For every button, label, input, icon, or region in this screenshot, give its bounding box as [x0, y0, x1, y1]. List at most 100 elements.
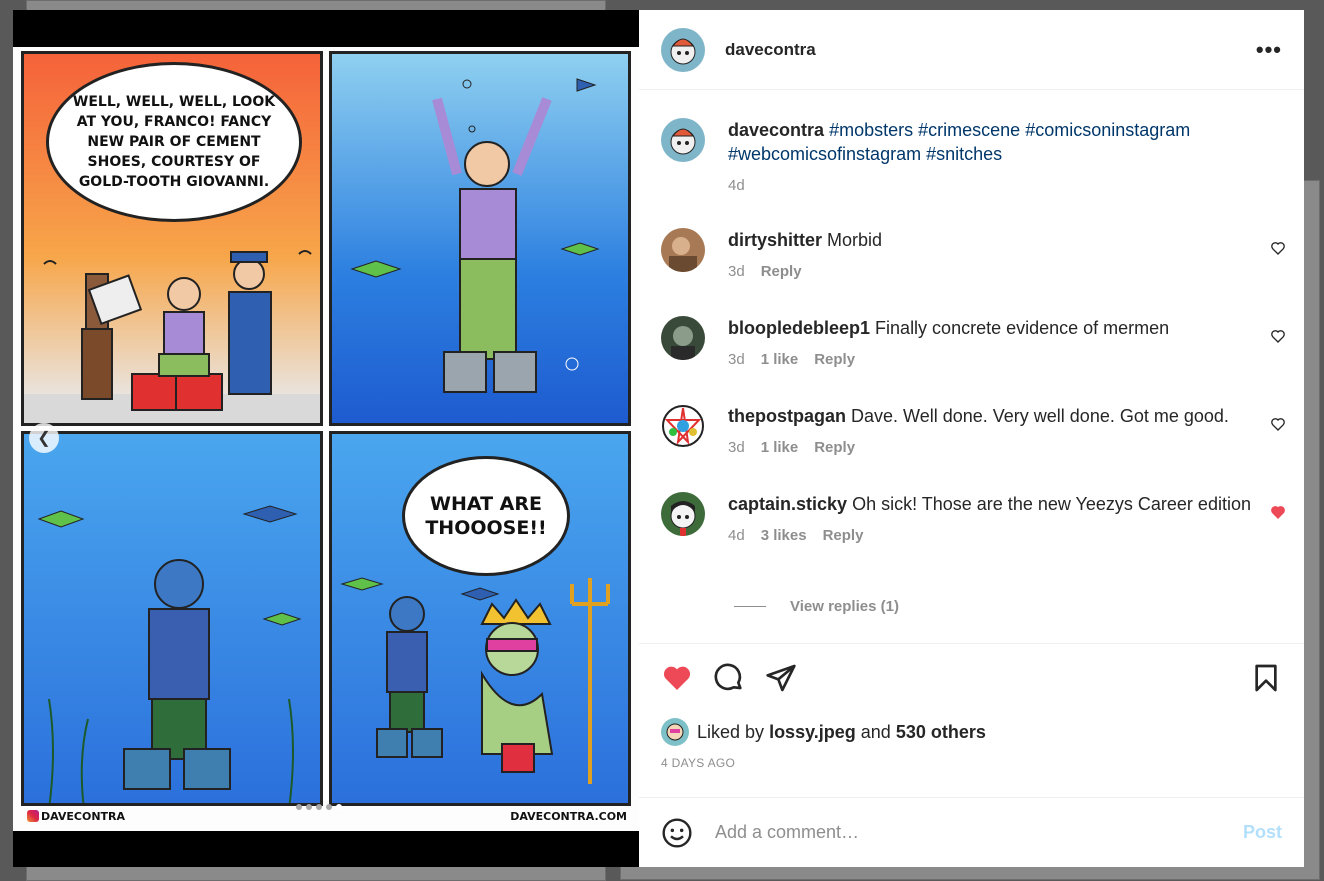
comment-meta: 3d 1 like Reply [728, 436, 1286, 460]
comment-body: dirtyshitter Morbid 3d Reply [728, 228, 1286, 284]
author-avatar[interactable] [661, 118, 705, 162]
hashtag[interactable]: #crimescene [918, 120, 1020, 140]
comment-time[interactable]: 3d [728, 260, 745, 284]
post-comment-button[interactable]: Post [1243, 822, 1282, 843]
author-username[interactable]: davecontra [725, 40, 816, 60]
likes-summary: Liked by lossy.jpeg and 530 others [661, 718, 986, 746]
carousel-prev-button[interactable]: ❮ [29, 423, 59, 453]
comment-username[interactable]: dirtyshitter [728, 230, 822, 250]
author-avatar[interactable] [661, 27, 705, 72]
post-actions: Liked by lossy.jpeg and 530 others 4 DAY… [639, 643, 1304, 798]
comment-time[interactable]: 3d [728, 436, 745, 460]
comment-meta: 4d 3 likes Reply [728, 524, 1286, 548]
comment-meta: 3d 1 like Reply [728, 348, 1286, 372]
view-replies-label: View replies (1) [790, 598, 899, 615]
comment-text: Morbid [827, 230, 883, 250]
merman-king-illustration [340, 577, 610, 784]
liked-by-and: and [860, 721, 891, 742]
bookmark-icon[interactable] [1250, 662, 1282, 694]
post-modal: WELL, WELL, WELL, LOOK AT YOU, FRANCO! F… [13, 10, 1304, 867]
carousel-dot [316, 804, 322, 810]
comment: bloopledebleep1 Finally concrete evidenc… [661, 316, 1286, 372]
comment-likes-count[interactable]: 3 likes [761, 524, 807, 548]
heart-outline-icon[interactable] [1270, 328, 1286, 344]
heart-outline-icon[interactable] [1270, 240, 1286, 256]
comment: dirtyshitter Morbid 3d Reply [661, 228, 1286, 284]
comic-credit-website: DAVECONTRA.COM [510, 810, 627, 823]
comment-likes-count[interactable]: 1 like [761, 436, 799, 460]
comment: captain.sticky Oh sick! Those are the ne… [661, 492, 1286, 548]
comic-image: WELL, WELL, WELL, LOOK AT YOU, FRANCO! F… [13, 47, 639, 831]
action-bar [661, 662, 1282, 694]
comment-body: captain.sticky Oh sick! Those are the ne… [728, 492, 1286, 548]
speech-bubble-2: WHAT ARE THOOOSE!! [402, 456, 570, 576]
comment-username[interactable]: thepostpagan [728, 406, 846, 426]
liked-by-others[interactable]: 530 others [896, 722, 986, 743]
comment-meta: 3d Reply [728, 260, 1286, 284]
comment-reply-button[interactable]: Reply [823, 524, 864, 548]
comic-panel-4: WHAT ARE THOOOSE!! [329, 431, 631, 806]
comic-credit-instagram: DAVECONTRA [27, 810, 125, 823]
post-media: WELL, WELL, WELL, LOOK AT YOU, FRANCO! F… [13, 10, 639, 867]
comment-reply-button[interactable]: Reply [814, 436, 855, 460]
carousel-dot [306, 804, 312, 810]
liked-by-prefix: Liked by [697, 721, 765, 742]
mobster-scene-illustration [24, 250, 320, 423]
comment-bubble-icon[interactable] [713, 662, 745, 694]
comment-reply-button[interactable]: Reply [761, 260, 802, 284]
add-comment-bar: Post [639, 797, 1304, 867]
caption: davecontra #mobsters #crimescene #comics… [661, 118, 1286, 198]
caption-body: davecontra #mobsters #crimescene #comics… [728, 118, 1286, 198]
carousel-dot [296, 804, 302, 810]
carousel-dot-active [336, 804, 342, 810]
commenter-avatar[interactable] [661, 492, 705, 536]
chevron-left-icon: ❮ [37, 430, 51, 447]
comment-body: thepostpagan Dave. Well done. Very well … [728, 404, 1286, 460]
comment-input[interactable] [715, 822, 1243, 843]
underwater-body-illustration [37, 505, 302, 803]
comic-panel-1: WELL, WELL, WELL, LOOK AT YOU, FRANCO! F… [21, 51, 323, 426]
comment-likes-count[interactable]: 1 like [761, 348, 799, 372]
more-options-icon[interactable]: ••• [1256, 37, 1282, 63]
caption-meta: 4d [728, 174, 1286, 198]
view-replies-button[interactable]: View replies (1) [734, 598, 899, 615]
post-timestamp[interactable]: 4 DAYS AGO [661, 756, 735, 770]
carousel-indicator [296, 804, 342, 810]
comment-text: Finally concrete evidence of mermen [875, 318, 1170, 338]
comment-username[interactable]: captain.sticky [728, 494, 847, 514]
heart-filled-icon[interactable] [1270, 504, 1286, 520]
comment-time[interactable]: 3d [728, 348, 745, 372]
post-side-panel: davecontra ••• davecontra #mobsters #cri… [639, 10, 1304, 867]
underwater-figure-illustration [350, 78, 600, 393]
comment-text: Oh sick! Those are the new Yeezys Career… [852, 494, 1251, 514]
hashtag[interactable]: #webcomicsofinstagram [728, 144, 921, 164]
post-header: davecontra ••• [639, 10, 1304, 90]
comment-reply-button[interactable]: Reply [814, 348, 855, 372]
caption-time[interactable]: 4d [728, 174, 745, 198]
speech-bubble-1: WELL, WELL, WELL, LOOK AT YOU, FRANCO! F… [46, 62, 302, 222]
commenter-avatar[interactable] [661, 316, 705, 360]
commenter-avatar[interactable] [661, 404, 705, 448]
share-paper-plane-icon[interactable] [765, 662, 797, 694]
commenter-avatar[interactable] [661, 228, 705, 272]
replies-divider-line [734, 606, 766, 607]
comment: thepostpagan Dave. Well done. Very well … [661, 404, 1286, 460]
heart-outline-icon[interactable] [1270, 416, 1286, 432]
comic-panel-3 [21, 431, 323, 806]
comic-panel-2 [329, 51, 631, 426]
comment-text: Dave. Well done. Very well done. Got me … [851, 406, 1229, 426]
hashtag[interactable]: #comicsoninstagram [1025, 120, 1190, 140]
hashtag[interactable]: #snitches [926, 144, 1002, 164]
comment-time[interactable]: 4d [728, 524, 745, 548]
like-heart-filled-icon[interactable] [661, 662, 693, 694]
caption-username[interactable]: davecontra [728, 120, 824, 140]
emoji-smiley-icon[interactable] [661, 817, 693, 849]
instagram-logo-icon [27, 810, 39, 822]
comment-username[interactable]: bloopledebleep1 [728, 318, 870, 338]
comments-list: davecontra #mobsters #crimescene #comics… [639, 90, 1304, 643]
hashtag[interactable]: #mobsters [829, 120, 913, 140]
carousel-dot [326, 804, 332, 810]
liker-avatar[interactable] [661, 718, 689, 746]
comment-body: bloopledebleep1 Finally concrete evidenc… [728, 316, 1286, 372]
liked-by-user[interactable]: lossy.jpeg [769, 722, 856, 743]
